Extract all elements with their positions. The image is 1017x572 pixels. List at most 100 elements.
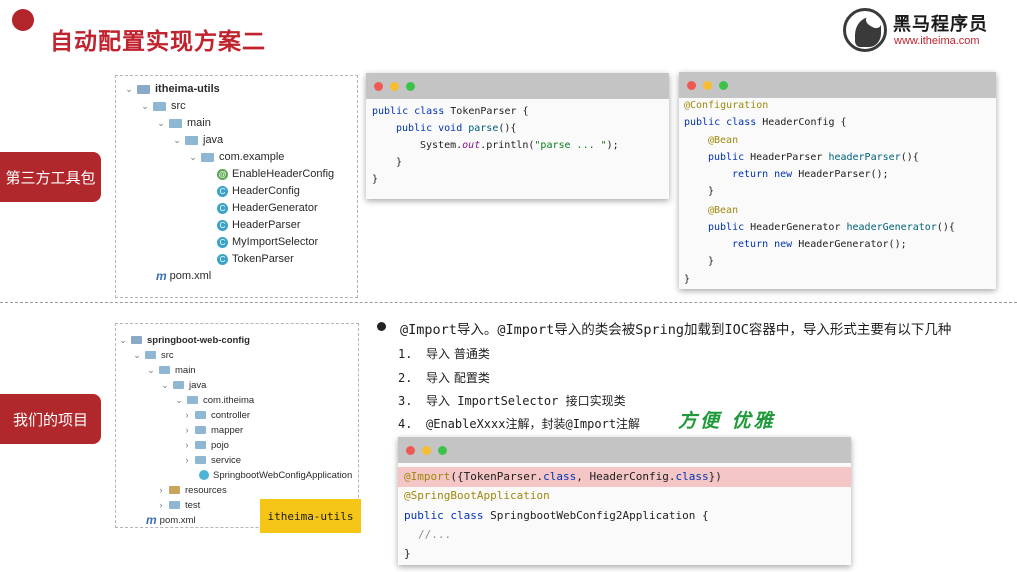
brand-logo: 黑马程序员 www.itheima.com	[843, 8, 1013, 52]
chevron-down-icon[interactable]: ⌄	[156, 118, 166, 129]
bullet-icon	[377, 322, 386, 331]
package-icon	[195, 441, 206, 449]
tree-item[interactable]: ⌄ main	[146, 363, 195, 377]
tree-item[interactable]: ⌄ com.example	[188, 149, 284, 165]
project-tree-itheima-utils: ⌄ itheima-utils ⌄ src ⌄ main ⌄ java ⌄ co…	[115, 75, 358, 298]
tree-item[interactable]: C HeaderGenerator	[214, 200, 318, 216]
tree-item-label: test	[185, 499, 201, 511]
chevron-right-icon[interactable]: ›	[156, 485, 166, 495]
code-line: @SpringBootApplication	[404, 489, 550, 502]
chevron-down-icon[interactable]: ⌄	[188, 152, 198, 163]
maven-icon: m	[156, 269, 167, 283]
tree-item[interactable]: ⌄ main	[156, 115, 211, 131]
chevron-down-icon[interactable]: ⌄	[124, 84, 134, 95]
window-titlebar	[366, 73, 669, 99]
close-dot-icon	[687, 81, 696, 90]
package-icon	[201, 152, 214, 162]
module-folder-icon	[131, 336, 142, 344]
folder-icon	[185, 135, 198, 145]
code-line: @Bean	[708, 205, 739, 216]
tree-item[interactable]: › service	[182, 453, 242, 467]
tree-item[interactable]: m pom.xml	[144, 513, 196, 527]
package-icon	[195, 426, 206, 434]
tree-item[interactable]: C HeaderConfig	[214, 183, 300, 199]
chevron-down-icon[interactable]: ⌄	[146, 365, 156, 376]
tree-item[interactable]: › resources	[156, 483, 227, 497]
window-titlebar	[679, 72, 996, 98]
maximize-dot-icon	[406, 82, 415, 91]
module-folder-icon	[137, 84, 150, 94]
tree-item-label: src	[171, 100, 186, 112]
tree-item-label: controller	[211, 409, 251, 421]
chevron-right-icon[interactable]: ›	[182, 440, 192, 450]
minimize-dot-icon	[422, 446, 431, 455]
tree-item-label: pojo	[211, 439, 229, 451]
tree-item-label: main	[187, 117, 211, 129]
dependency-tag: itheima-utils	[260, 499, 361, 533]
tree-item[interactable]: › mapper	[182, 423, 244, 437]
tree-item[interactable]: m pom.xml	[154, 268, 211, 284]
slide-title: 自动配置实现方案二	[50, 29, 266, 55]
code-window-application: @Import({TokenParser.class, HeaderConfig…	[398, 437, 851, 565]
class-icon: C	[217, 236, 228, 248]
tree-item[interactable]: ⌄ java	[172, 132, 223, 148]
tree-item[interactable]: ⌄ springboot-web-config	[118, 333, 250, 347]
chevron-down-icon[interactable]: ⌄	[172, 135, 182, 146]
package-icon	[195, 456, 206, 464]
code-line: }	[684, 274, 691, 285]
package-icon	[187, 396, 198, 404]
tree-item[interactable]: › controller	[182, 408, 251, 422]
handwritten-note: 方便 优雅	[678, 410, 776, 432]
code-line: public HeaderParser headerParser(){	[708, 152, 919, 163]
tree-item-label: service	[211, 454, 242, 466]
tree-item[interactable]: C HeaderParser	[214, 217, 300, 233]
tree-item[interactable]: › test	[156, 498, 201, 512]
resources-folder-icon	[169, 486, 180, 494]
code-line: }	[396, 157, 403, 168]
tree-item[interactable]: ⌄ com.itheima	[174, 393, 254, 407]
tree-item-label: pom.xml	[159, 514, 196, 526]
list-item: 3. 导入 ImportSelector 接口实现类	[398, 394, 626, 408]
tree-item[interactable]: SpringbootWebConfigApplication	[196, 468, 352, 482]
tree-item[interactable]: ⌄ java	[160, 378, 206, 392]
folder-icon	[169, 501, 180, 509]
close-dot-icon	[374, 82, 383, 91]
chevron-down-icon[interactable]: ⌄	[174, 395, 184, 406]
tree-item[interactable]: ⌄ itheima-utils	[124, 81, 220, 97]
code-line: return new HeaderParser();	[732, 169, 889, 180]
minimize-dot-icon	[703, 81, 712, 90]
chevron-right-icon[interactable]: ›	[182, 455, 192, 465]
tree-item-label: com.example	[219, 151, 285, 163]
import-description: @Import导入。@Import导入的类会被Spring加载到IOC容器中，导…	[400, 322, 952, 338]
chevron-down-icon[interactable]: ⌄	[160, 380, 170, 391]
chevron-right-icon[interactable]: ›	[182, 410, 192, 420]
tree-item[interactable]: C TokenParser	[214, 251, 294, 267]
tree-item-label: HeaderConfig	[232, 185, 300, 197]
folder-icon	[153, 101, 166, 111]
code-line: public HeaderGenerator headerGenerator()…	[708, 222, 955, 233]
folder-icon	[173, 381, 184, 389]
chevron-down-icon[interactable]: ⌄	[132, 350, 142, 361]
spring-boot-class-icon	[199, 470, 209, 480]
logo-name: 黑马程序员	[893, 14, 988, 35]
section-label-third-party: 第三方工具包	[0, 152, 101, 202]
horse-logo-icon	[843, 8, 887, 52]
class-icon: C	[217, 202, 228, 214]
tree-item[interactable]: ⌄ src	[140, 98, 186, 114]
tree-item[interactable]: C MyImportSelector	[214, 234, 318, 250]
tree-item[interactable]: ⌄ src	[132, 348, 174, 362]
chevron-down-icon[interactable]: ⌄	[118, 335, 128, 346]
tree-item-label: resources	[185, 484, 227, 496]
tree-item[interactable]: › pojo	[182, 438, 229, 452]
tree-item-label: src	[161, 349, 174, 361]
chevron-right-icon[interactable]: ›	[156, 500, 166, 510]
list-item: 1. 导入 普通类	[398, 347, 490, 361]
tree-item-label: springboot-web-config	[147, 334, 250, 346]
section-label-our-project: 我们的项目	[0, 394, 101, 444]
chevron-down-icon[interactable]: ⌄	[140, 101, 150, 112]
chevron-right-icon[interactable]: ›	[182, 425, 192, 435]
code-line: @Import({TokenParser.class, HeaderConfig…	[404, 470, 722, 483]
maximize-dot-icon	[719, 81, 728, 90]
tree-item-label: SpringbootWebConfigApplication	[213, 469, 353, 481]
tree-item[interactable]: @ EnableHeaderConfig	[214, 166, 334, 182]
